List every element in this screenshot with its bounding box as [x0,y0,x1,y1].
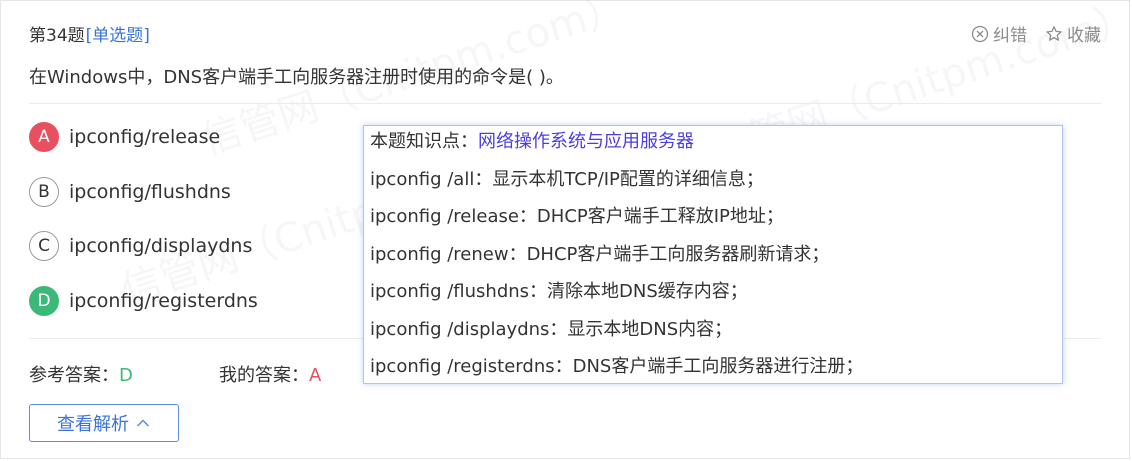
popup-line: ipconfig /flushdns：清除本地DNS缓存内容； [370,281,748,302]
knowledge-link[interactable]: 网络操作系统与应用服务器 [478,131,694,152]
question-number: 第34题 [29,26,85,46]
option-text: ipconfig/registerdns [69,290,258,312]
divider [29,103,1101,104]
question-text: 在Windows中，DNS客户端手工向服务器注册时使用的命令是( )。 [29,67,564,88]
option-text: ipconfig/displaydns [69,235,253,257]
option-a[interactable]: A ipconfig/release [29,122,220,152]
popup-line: ipconfig /release：DHCP客户端手工释放IP地址； [370,206,784,227]
question-header: 第34题[单选题] [29,21,150,46]
knowledge-popup: 本题知识点：网络操作系统与应用服务器 ipconfig /all：显示本机TCP… [363,125,1063,384]
option-letter: B [29,177,59,207]
popup-line: ipconfig /registerdns：DNS客户端手工向服务器进行注册； [370,356,864,377]
option-letter: C [29,231,59,261]
popup-line: ipconfig /displaydns：显示本地DNS内容； [370,318,733,340]
my-answer-label: 我的答案： [219,365,309,386]
question-type: [单选题] [85,26,150,46]
option-letter: A [29,122,59,152]
option-c[interactable]: C ipconfig/displaydns [29,231,252,261]
reference-answer-value: D [119,365,133,386]
chevron-up-icon [136,419,150,427]
my-answer: 我的答案：A [219,361,321,387]
option-text: ipconfig/flushdns [69,181,231,203]
favorite-label: 收藏 [1067,26,1101,46]
star-icon [1046,25,1062,41]
knowledge-point: 本题知识点：网络操作系统与应用服务器 [370,128,1056,166]
popup-line: ipconfig /all：显示本机TCP/IP配置的详细信息； [370,168,764,190]
question-actions: 纠错 收藏 [971,21,1101,46]
reference-answer-label: 参考答案： [29,365,119,386]
my-answer-value: A [309,365,322,386]
close-circle-icon [971,25,989,42]
knowledge-label: 本题知识点： [370,131,478,152]
view-analysis-button[interactable]: 查看解析 [29,404,179,442]
view-analysis-label: 查看解析 [57,414,129,435]
option-letter: D [29,286,59,316]
question-card: 信管网（Cnitpm.com） 信管网（Cnitpm.com） 信管网（Cnit… [0,0,1130,459]
favorite-button[interactable]: 收藏 [1045,21,1101,46]
reference-answer: 参考答案：D [29,361,133,387]
report-error-button[interactable]: 纠错 [971,21,1027,46]
option-d[interactable]: D ipconfig/registerdns [29,286,258,316]
option-text: ipconfig/release [69,126,221,148]
popup-line: ipconfig /renew：DHCP客户端手工向服务器刷新请求； [370,243,830,265]
option-b[interactable]: B ipconfig/flushdns [29,177,231,207]
report-error-label: 纠错 [993,26,1027,46]
